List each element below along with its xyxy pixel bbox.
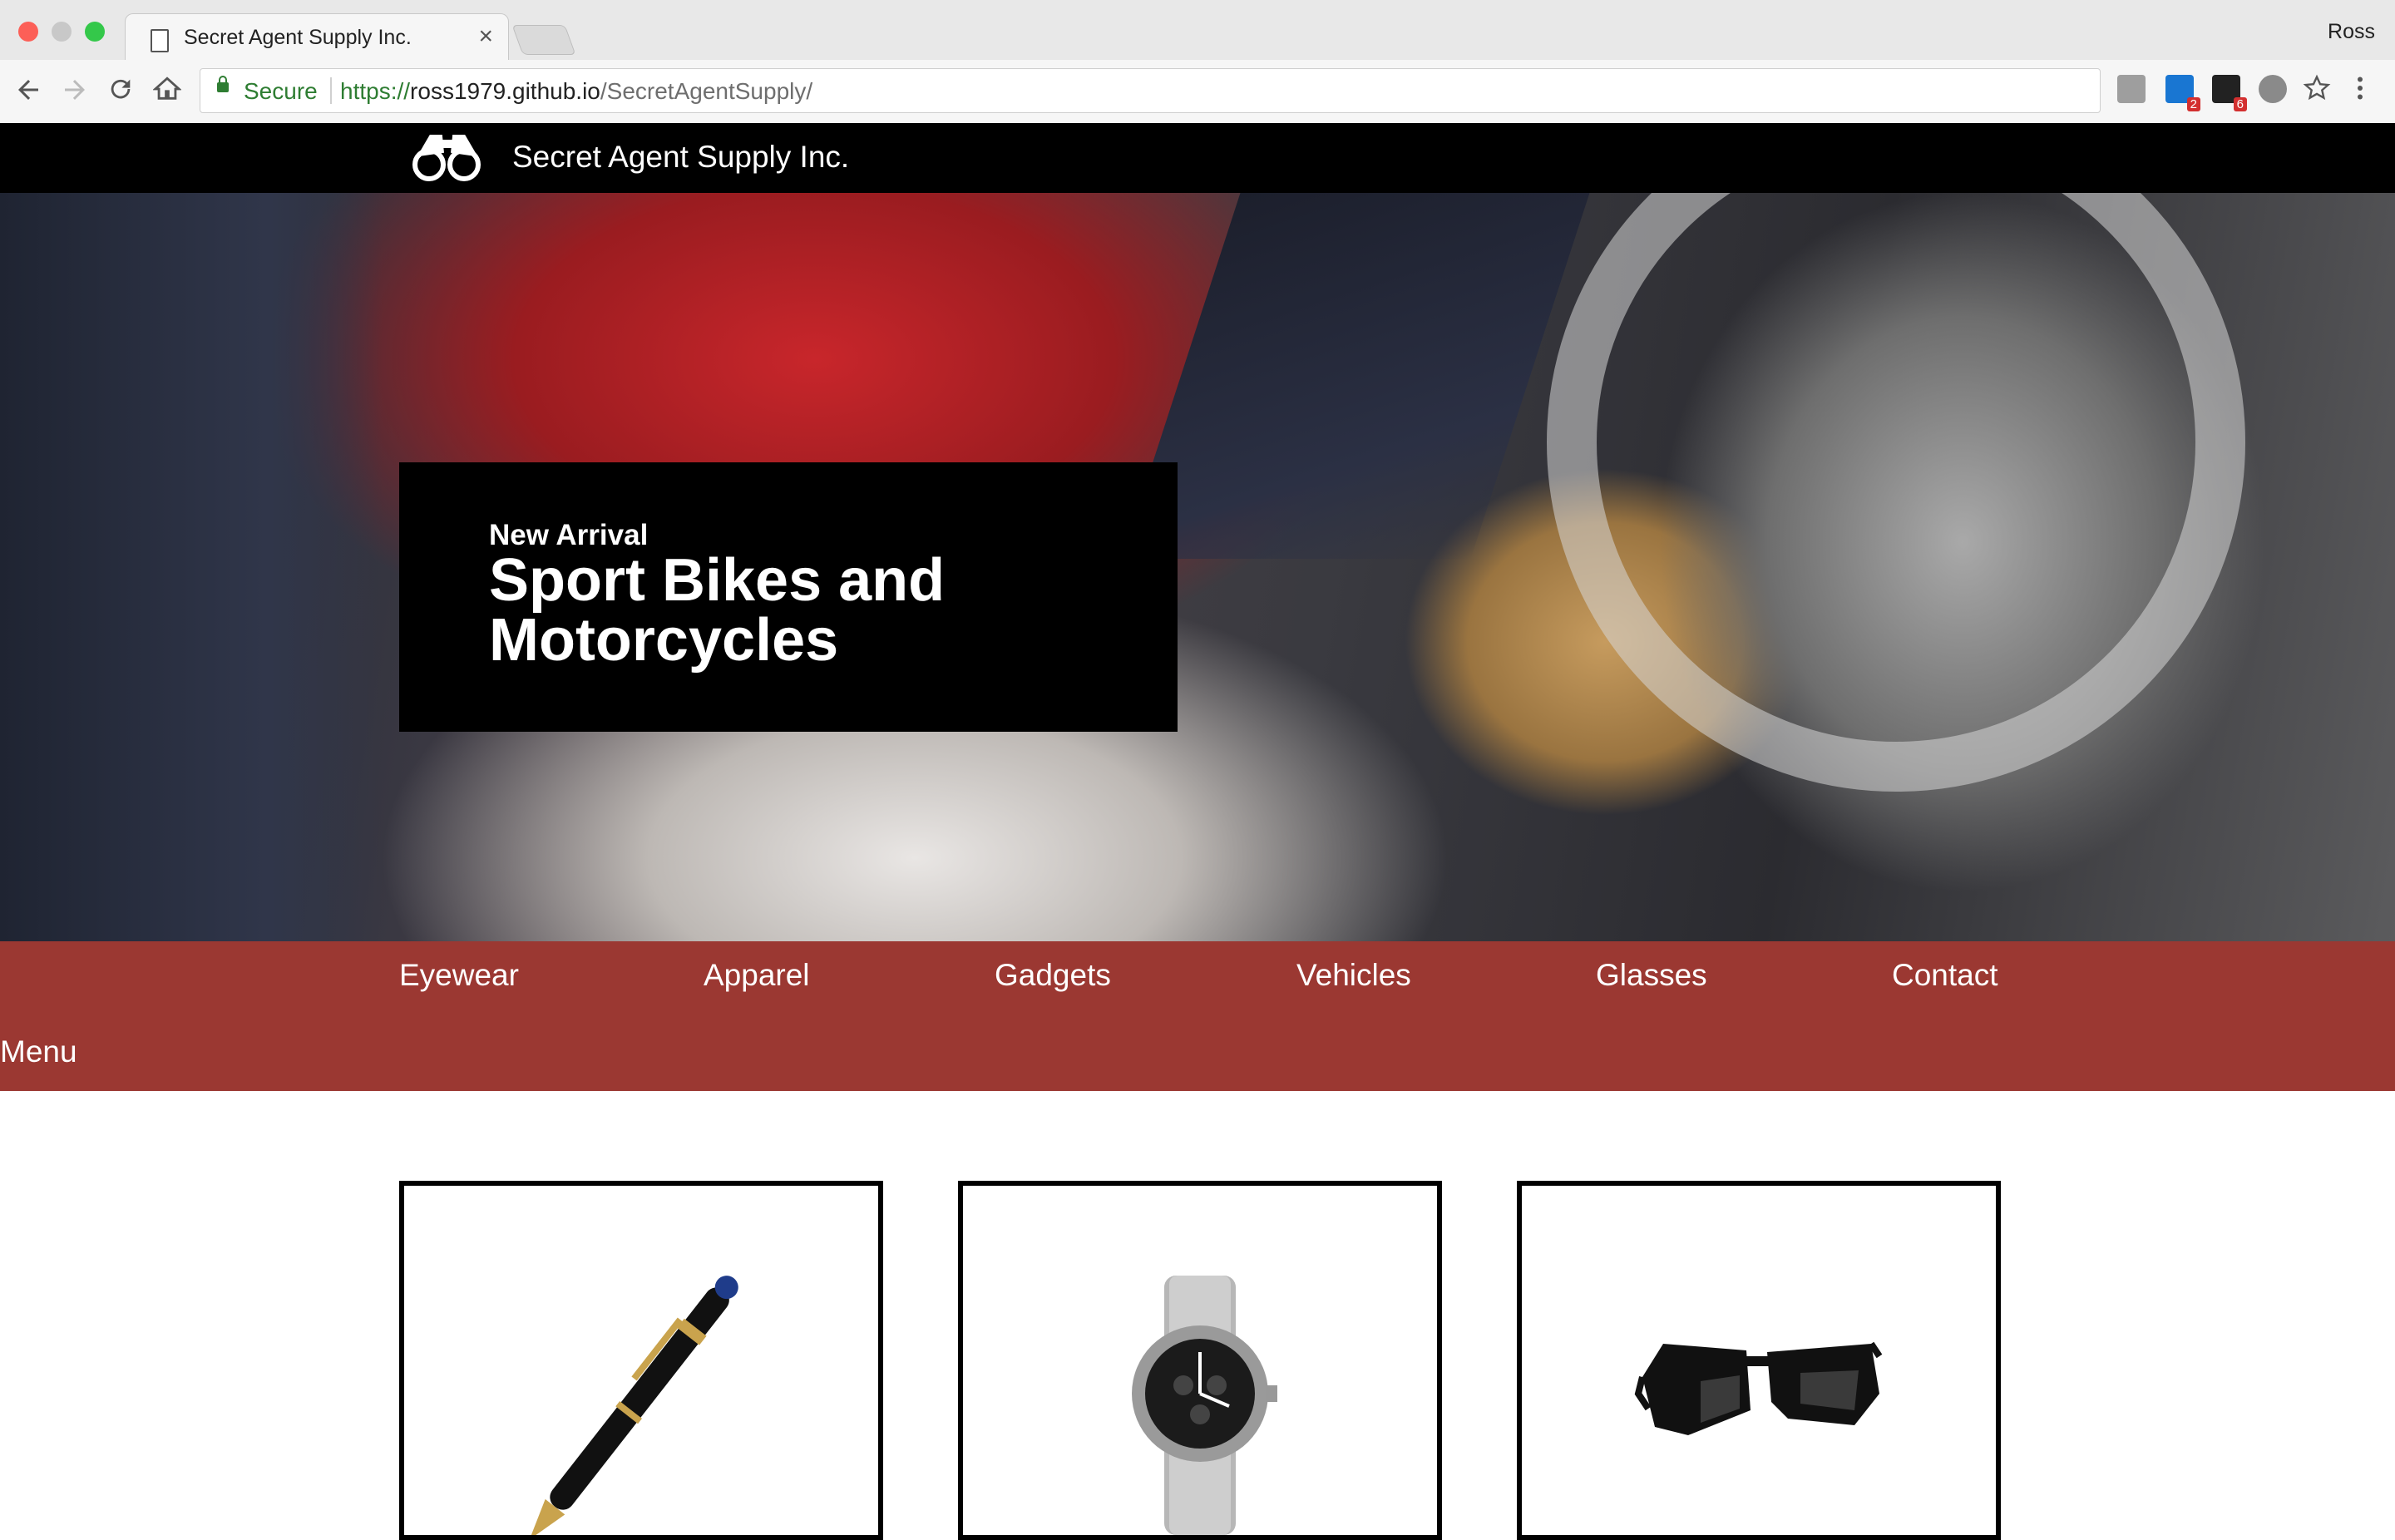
main-nav: Eyewear Apparel Gadgets Vehicles Glasses… [0,941,2395,1091]
nav-item-glasses[interactable]: Glasses [1596,958,1707,993]
site-header: Secret Agent Supply Inc. [0,123,2395,193]
secure-label: Secure [244,78,318,104]
watch-image [1132,1276,1277,1535]
star-icon[interactable] [2302,73,2332,109]
extension-icon[interactable]: 6 [2212,75,2247,111]
hero-photo-detail [1121,193,1590,559]
url-host: ross1979.github.io [410,78,600,104]
shield-extension-icon[interactable] [2117,75,2146,103]
more-menu-icon[interactable] [2353,73,2367,109]
browser-tab[interactable]: Secret Agent Supply Inc. × [125,13,509,62]
url-path: /SecretAgentSupply/ [600,78,813,104]
back-icon[interactable] [13,75,43,111]
hero-photo-detail [1547,193,2245,792]
hero-caption-box[interactable]: New Arrival Sport Bikes and Motorcycles [399,462,1178,732]
bulb-extension-icon[interactable] [2259,75,2287,103]
extension-badge: 6 [2233,97,2247,111]
product-card-pen[interactable] [399,1181,883,1540]
product-card-sunglasses[interactable] [1517,1181,2001,1540]
sunglasses-image [1634,1341,1883,1435]
home-icon[interactable] [152,75,182,109]
reload-icon[interactable] [106,75,135,109]
new-tab-button[interactable] [511,25,576,55]
tab-title: Secret Agent Supply Inc. [184,26,412,49]
browser-toolbar: Secure https://ross1979.github.io/Secret… [0,60,2395,124]
nav-item-apparel[interactable]: Apparel [704,958,810,993]
browser-titlebar: Secret Agent Supply Inc. × Ross [0,0,2395,62]
menu-label[interactable]: Menu [0,1034,77,1069]
nav-item-vehicles[interactable]: Vehicles [1296,958,1411,993]
lock-icon [217,76,229,92]
nav-item-gadgets[interactable]: Gadgets [995,958,1111,993]
nav-item-contact[interactable]: Contact [1892,958,1998,993]
hero-title: Sport Bikes and Motorcycles [489,547,946,674]
linkedin-extension-icon[interactable]: 2 [2165,75,2200,111]
address-bar[interactable]: Secure https://ross1979.github.io/Secret… [200,68,2101,113]
site-title[interactable]: Secret Agent Supply Inc. [512,140,849,175]
nav-item-eyewear[interactable]: Eyewear [399,958,519,993]
hero-banner: New Arrival Sport Bikes and Motorcycles [0,193,2395,941]
zoom-window-button[interactable] [85,22,105,42]
profile-name[interactable]: Ross [2328,20,2375,44]
address-separator [330,77,332,104]
product-card-watch[interactable] [958,1181,1442,1540]
page-icon [151,29,169,52]
pen-image [529,1276,738,1535]
binoculars-icon[interactable] [411,131,484,185]
minimize-window-button[interactable] [52,22,72,42]
tab-close-button[interactable]: × [478,22,493,51]
close-window-button[interactable] [18,22,38,42]
extension-badge: 2 [2186,97,2200,111]
url-protocol: https:// [340,78,411,104]
url-text[interactable]: https://ross1979.github.io/SecretAgentSu… [340,78,812,105]
hero-photo-detail [0,193,383,941]
forward-icon[interactable] [60,75,90,111]
